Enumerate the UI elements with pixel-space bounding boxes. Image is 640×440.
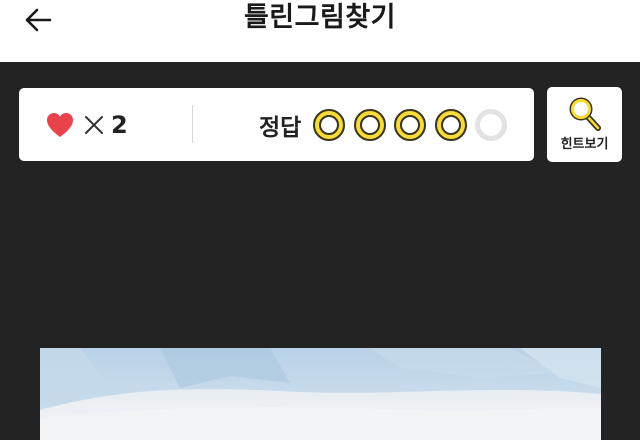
magnifier-icon [569, 97, 601, 131]
answer-ring-found [394, 108, 427, 141]
page-title: 틀린그림찾기 [243, 2, 397, 33]
lives-count: 2 [111, 110, 128, 139]
answers-label: 정답 [259, 114, 302, 141]
times-icon [85, 115, 103, 134]
answer-ring-found [313, 108, 346, 141]
answer-ring-found [353, 108, 386, 141]
answer-ring-found [434, 108, 467, 141]
app-header: 틀린그림찾기 [0, 0, 640, 62]
status-card: 2 정답 [19, 88, 534, 161]
snow-ice-scene [40, 348, 601, 440]
divider [192, 105, 193, 143]
heart-icon [47, 112, 73, 137]
puzzle-image[interactable] [40, 348, 601, 440]
answer-ring-empty [475, 108, 508, 141]
answers-indicator: 정답 [259, 88, 516, 161]
hint-button[interactable]: 힌트보기 [547, 87, 622, 162]
hint-label: 힌트보기 [560, 137, 609, 152]
lives-indicator: 2 [45, 88, 128, 161]
